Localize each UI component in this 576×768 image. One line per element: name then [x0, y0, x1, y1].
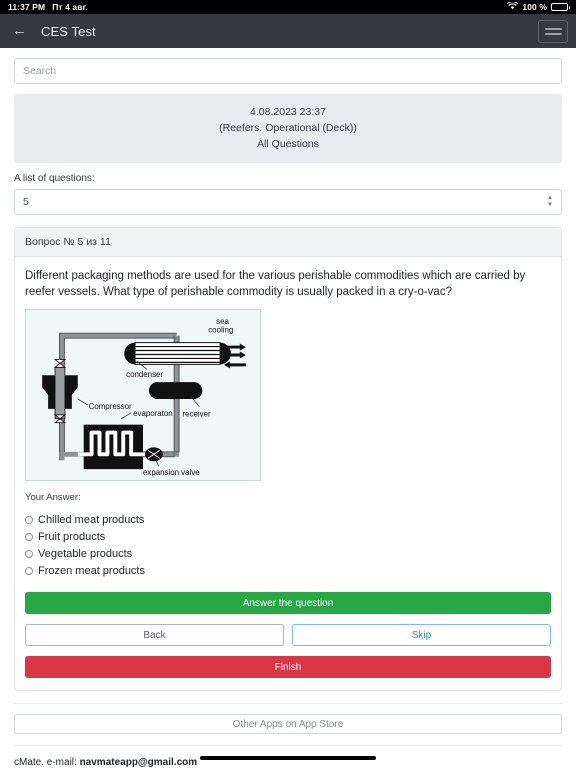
- label-expansion-valve: expansion valve: [143, 468, 200, 477]
- receiver-body: [148, 382, 203, 399]
- battery-percent-label: 100 %: [522, 2, 547, 12]
- status-bar: 11:37 PM Пт 4 авг. 100 %: [0, 0, 576, 14]
- expansion-valve-body: [144, 447, 163, 462]
- question-number-value: 5: [23, 196, 29, 208]
- page-content: 4.08.2023 23:37 (Reefers. Operational (D…: [0, 58, 576, 768]
- other-apps-button[interactable]: Other Apps on App Store: [14, 714, 562, 734]
- label-condenser: condenser: [126, 370, 163, 379]
- nav-buttons-row: Back Skip: [25, 624, 551, 646]
- your-answer-label: Your Answer:: [25, 492, 81, 503]
- finish-button[interactable]: Finish: [25, 656, 551, 678]
- answer-option-label: Frozen meat products: [38, 564, 145, 577]
- question-card-body: Different packaging methods are used for…: [15, 257, 561, 690]
- label-evaporator: evaporaton: [133, 409, 172, 418]
- back-button[interactable]: Back: [25, 624, 284, 646]
- answer-option-label: Chilled meat products: [38, 513, 145, 526]
- answer-option-2[interactable]: Vegetable products: [25, 545, 551, 562]
- hamburger-bar: [544, 27, 562, 30]
- label-compressor: Compressor: [89, 402, 132, 411]
- radio-icon[interactable]: [25, 515, 33, 524]
- answer-options-list: Chilled meat products Fruit products Veg…: [25, 511, 551, 579]
- condenser-body: [124, 342, 231, 365]
- answer-option-label: Fruit products: [38, 530, 106, 543]
- question-number-select[interactable]: 5: [14, 189, 562, 215]
- answer-option-3[interactable]: Frozen meat products: [25, 562, 551, 579]
- radio-icon[interactable]: [25, 532, 33, 541]
- question-text: Different packaging methods are used for…: [25, 270, 526, 298]
- test-info-card: 4.08.2023 23:37 (Reefers. Operational (D…: [14, 94, 562, 163]
- answer-option-1[interactable]: Fruit products: [25, 528, 551, 545]
- page-title: CES Test: [41, 23, 96, 39]
- home-indicator: [200, 756, 376, 760]
- question-card: Вопрос № 5 из 11 Different packaging met…: [14, 227, 562, 691]
- footer-divider-top: [14, 703, 562, 704]
- hamburger-bar: [544, 32, 562, 35]
- label-receiver: receiver: [183, 410, 211, 419]
- sea-cooling-arrows: [224, 343, 246, 369]
- answer-option-label: Vegetable products: [38, 547, 133, 560]
- footer-email: navmateapp@gmail.com: [79, 757, 198, 768]
- test-datetime: 4.08.2023 23:37: [250, 106, 326, 118]
- test-scope: All Questions: [257, 138, 319, 150]
- test-category: (Reefers. Operational (Deck)): [219, 122, 357, 134]
- question-select-wrap: 5 ▲ ▼: [14, 189, 562, 215]
- skip-button[interactable]: Skip: [292, 624, 551, 646]
- refrigeration-cycle-diagram: sea cooling condenser receiver Compresso…: [25, 309, 261, 481]
- radio-icon[interactable]: [25, 549, 33, 558]
- question-list-label: A list of questions:: [14, 173, 95, 184]
- evaporator-body: [77, 424, 145, 470]
- search-input[interactable]: [14, 58, 562, 84]
- label-sea-cooling-line1: sea: [216, 317, 229, 326]
- footer-divider-bottom: [14, 745, 562, 746]
- back-arrow-icon[interactable]: ←: [10, 21, 33, 42]
- status-time: 11:37 PM: [8, 2, 46, 12]
- label-sea-cooling-line2: cooling: [208, 326, 233, 335]
- wifi-icon: [507, 1, 519, 12]
- status-bar-right: 100 %: [507, 1, 570, 12]
- radio-icon[interactable]: [25, 566, 33, 575]
- battery-icon: [551, 3, 570, 11]
- status-bar-left: 11:37 PM Пт 4 авг.: [8, 2, 88, 12]
- answer-question-button[interactable]: Answer the question: [25, 592, 551, 614]
- app-navbar: ← CES Test: [0, 14, 576, 48]
- answer-option-0[interactable]: Chilled meat products: [25, 511, 551, 528]
- status-date: Пт 4 авг.: [52, 2, 88, 12]
- question-counter: Вопрос № 5 из 11: [15, 228, 561, 257]
- footer-prefix: cMate. e-mail:: [14, 757, 80, 768]
- hamburger-menu-icon[interactable]: [538, 19, 568, 43]
